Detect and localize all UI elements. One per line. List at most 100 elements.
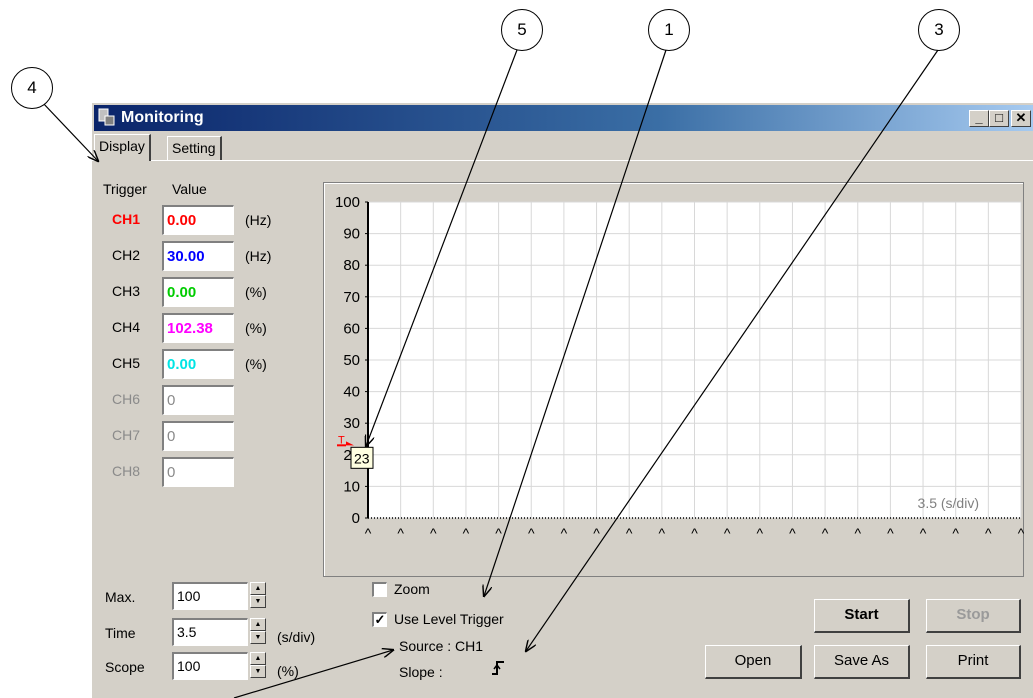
y-tick-label: 70 bbox=[343, 289, 360, 306]
channel-value-5: 0.00 bbox=[162, 349, 234, 379]
slope-label: Slope : bbox=[399, 664, 443, 680]
channel-value-6: 0 bbox=[162, 385, 234, 415]
print-button[interactable]: Print bbox=[926, 645, 1021, 679]
level-trigger-label[interactable]: Use Level Trigger bbox=[394, 611, 504, 627]
channel-name-8: CH8 bbox=[112, 463, 141, 479]
scope-chart[interactable]: ^^^^^^^^^^^^^^^^^^^^^0102030405060708090… bbox=[323, 182, 1024, 577]
channel-unit-5: (%) bbox=[245, 356, 267, 372]
channel-unit-1: (Hz) bbox=[245, 212, 272, 228]
value-header: Value bbox=[172, 181, 207, 197]
x-tick-mark: ^ bbox=[495, 525, 502, 541]
x-tick-mark: ^ bbox=[528, 525, 535, 541]
max-label: Max. bbox=[105, 589, 136, 605]
x-tick-mark: ^ bbox=[1018, 525, 1024, 541]
x-tick-mark: ^ bbox=[822, 525, 829, 541]
save-as-button[interactable]: Save As bbox=[814, 645, 910, 679]
x-tick-mark: ^ bbox=[757, 525, 764, 541]
x-tick-mark: ^ bbox=[887, 525, 894, 541]
y-tick-label: 10 bbox=[343, 478, 360, 495]
channel-value-2: 30.00 bbox=[162, 241, 234, 271]
y-tick-label: 60 bbox=[343, 320, 360, 337]
x-tick-mark: ^ bbox=[691, 525, 698, 541]
tab-strip-line bbox=[92, 160, 1033, 161]
y-tick-label: 90 bbox=[343, 226, 360, 243]
channel-name-1: CH1 bbox=[112, 211, 141, 227]
scope-label: Scope bbox=[105, 659, 145, 675]
channel-unit-4: (%) bbox=[245, 320, 267, 336]
trigger-marker-arrow bbox=[346, 441, 354, 446]
x-tick-mark: ^ bbox=[430, 525, 437, 541]
y-tick-label: 80 bbox=[343, 257, 360, 274]
spin-up-icon[interactable]: ▲ bbox=[250, 582, 266, 595]
channel-name-3: CH3 bbox=[112, 283, 141, 299]
channel-name-6: CH6 bbox=[112, 391, 141, 407]
source-text: Source : CH1 bbox=[399, 638, 484, 654]
x-tick-mark: ^ bbox=[561, 525, 568, 541]
trigger-tooltip-text: 23 bbox=[354, 450, 370, 466]
y-tick-label: 0 bbox=[352, 510, 360, 527]
start-button[interactable]: Start bbox=[814, 599, 910, 633]
open-button[interactable]: Open bbox=[705, 645, 802, 679]
scope-input[interactable]: 100 bbox=[172, 652, 248, 680]
x-tick-mark: ^ bbox=[920, 525, 927, 541]
x-tick-mark: ^ bbox=[952, 525, 959, 541]
maximize-icon[interactable]: □ bbox=[989, 110, 1009, 127]
x-tick-mark: ^ bbox=[463, 525, 470, 541]
channel-value-4: 102.38 bbox=[162, 313, 234, 343]
stop-button[interactable]: Stop bbox=[926, 599, 1021, 633]
channel-value-3: 0.00 bbox=[162, 277, 234, 307]
channel-value-8: 0 bbox=[162, 457, 234, 487]
zoom-checkbox[interactable] bbox=[372, 582, 387, 597]
tab-setting[interactable]: Setting bbox=[167, 136, 222, 160]
x-tick-mark: ^ bbox=[985, 525, 992, 541]
title-bar[interactable]: Monitoring _ □ ✕ bbox=[94, 105, 1033, 131]
close-icon[interactable]: ✕ bbox=[1011, 110, 1031, 127]
callout-5: 5 bbox=[501, 9, 543, 51]
channel-unit-3: (%) bbox=[245, 284, 267, 300]
arrow-4 bbox=[41, 101, 98, 161]
callout-4: 4 bbox=[11, 67, 53, 109]
tab-display[interactable]: Display bbox=[94, 134, 151, 161]
y-tick-label: 40 bbox=[343, 384, 360, 401]
callout-3: 3 bbox=[918, 9, 960, 51]
window-title: Monitoring bbox=[121, 109, 204, 126]
spin-down-icon[interactable]: ▼ bbox=[250, 595, 266, 608]
spin-up-icon[interactable]: ▲ bbox=[250, 618, 266, 631]
level-trigger-checkbox[interactable]: ✓ bbox=[372, 612, 387, 627]
scope-spinner[interactable]: ▲ ▼ bbox=[250, 652, 266, 680]
y-tick-label: 50 bbox=[343, 352, 360, 369]
time-label: Time bbox=[105, 625, 136, 641]
channel-unit-2: (Hz) bbox=[245, 248, 272, 264]
channel-name-7: CH7 bbox=[112, 427, 141, 443]
spin-up-icon[interactable]: ▲ bbox=[250, 652, 266, 665]
channel-value-7: 0 bbox=[162, 421, 234, 451]
x-tick-mark: ^ bbox=[593, 525, 600, 541]
channel-name-5: CH5 bbox=[112, 355, 141, 371]
spin-down-icon[interactable]: ▼ bbox=[250, 665, 266, 678]
monitoring-window: Monitoring _ □ ✕ Display Setting Trigger… bbox=[91, 102, 1033, 698]
zoom-label[interactable]: Zoom bbox=[394, 581, 430, 597]
time-unit: (s/div) bbox=[277, 629, 316, 645]
channel-name-2: CH2 bbox=[112, 247, 141, 263]
max-input[interactable]: 100 bbox=[172, 582, 248, 610]
time-spinner[interactable]: ▲ ▼ bbox=[250, 618, 266, 646]
app-icon bbox=[98, 108, 115, 126]
x-tick-mark: ^ bbox=[854, 525, 861, 541]
scale-label: 3.5 (s/div) bbox=[918, 495, 979, 511]
y-tick-label: 100 bbox=[335, 194, 360, 211]
spin-down-icon[interactable]: ▼ bbox=[250, 631, 266, 644]
x-tick-mark: ^ bbox=[789, 525, 796, 541]
trigger-header: Trigger bbox=[103, 181, 147, 197]
y-tick-label: 30 bbox=[343, 415, 360, 432]
x-tick-mark: ^ bbox=[365, 525, 372, 541]
rising-edge-icon[interactable] bbox=[491, 659, 505, 677]
callout-1: 1 bbox=[648, 9, 690, 51]
minimize-icon[interactable]: _ bbox=[969, 110, 989, 127]
x-tick-mark: ^ bbox=[724, 525, 731, 541]
time-input[interactable]: 3.5 bbox=[172, 618, 248, 646]
channel-name-4: CH4 bbox=[112, 319, 141, 335]
x-tick-mark: ^ bbox=[659, 525, 666, 541]
scope-unit: (%) bbox=[277, 663, 299, 679]
x-tick-mark: ^ bbox=[626, 525, 633, 541]
max-spinner[interactable]: ▲ ▼ bbox=[250, 582, 266, 610]
